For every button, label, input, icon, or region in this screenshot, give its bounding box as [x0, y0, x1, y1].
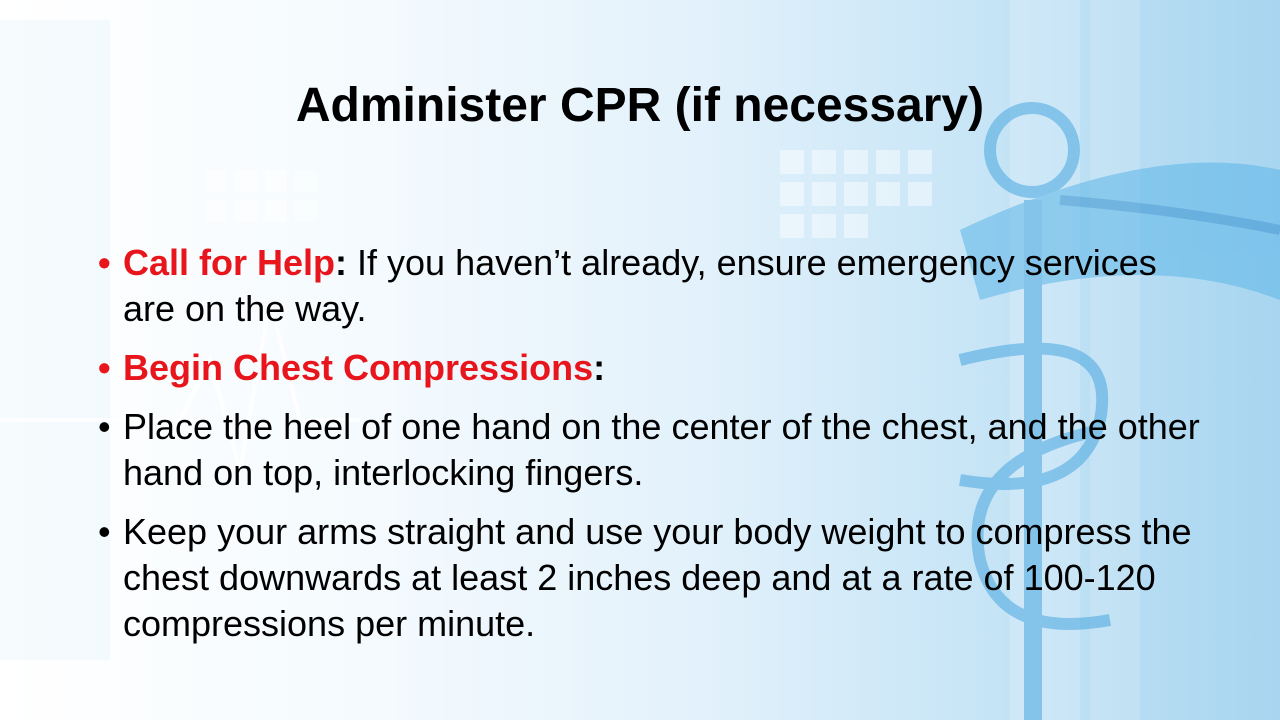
- bullet-text: Place the heel of one hand on the center…: [123, 406, 1200, 493]
- bullet-compression-technique: • Keep your arms straight and use your bo…: [98, 509, 1218, 647]
- bullet-separator: :: [335, 242, 348, 283]
- bullet-marker: •: [98, 406, 111, 447]
- bullet-hand-placement: • Place the heel of one hand on the cente…: [98, 404, 1218, 496]
- bullet-heading: Call for Help: [123, 242, 336, 283]
- bullet-text: Keep your arms straight and use your bod…: [123, 511, 1192, 644]
- bullet-call-for-help: • Call for Help: If you haven’t already, …: [98, 240, 1218, 332]
- bullet-marker: •: [98, 242, 111, 283]
- bullet-list: • Call for Help: If you haven’t already, …: [98, 240, 1218, 660]
- slide-title: Administer CPR (if necessary): [295, 79, 985, 132]
- bullet-separator: :: [593, 347, 606, 388]
- bullet-marker: •: [98, 511, 111, 552]
- bullet-heading: Begin Chest Compressions: [123, 347, 594, 388]
- slide: Administer CPR (if necessary) • Call for …: [0, 0, 1280, 720]
- bullet-marker: •: [98, 347, 111, 388]
- bullet-begin-compressions: • Begin Chest Compressions:: [98, 345, 1218, 391]
